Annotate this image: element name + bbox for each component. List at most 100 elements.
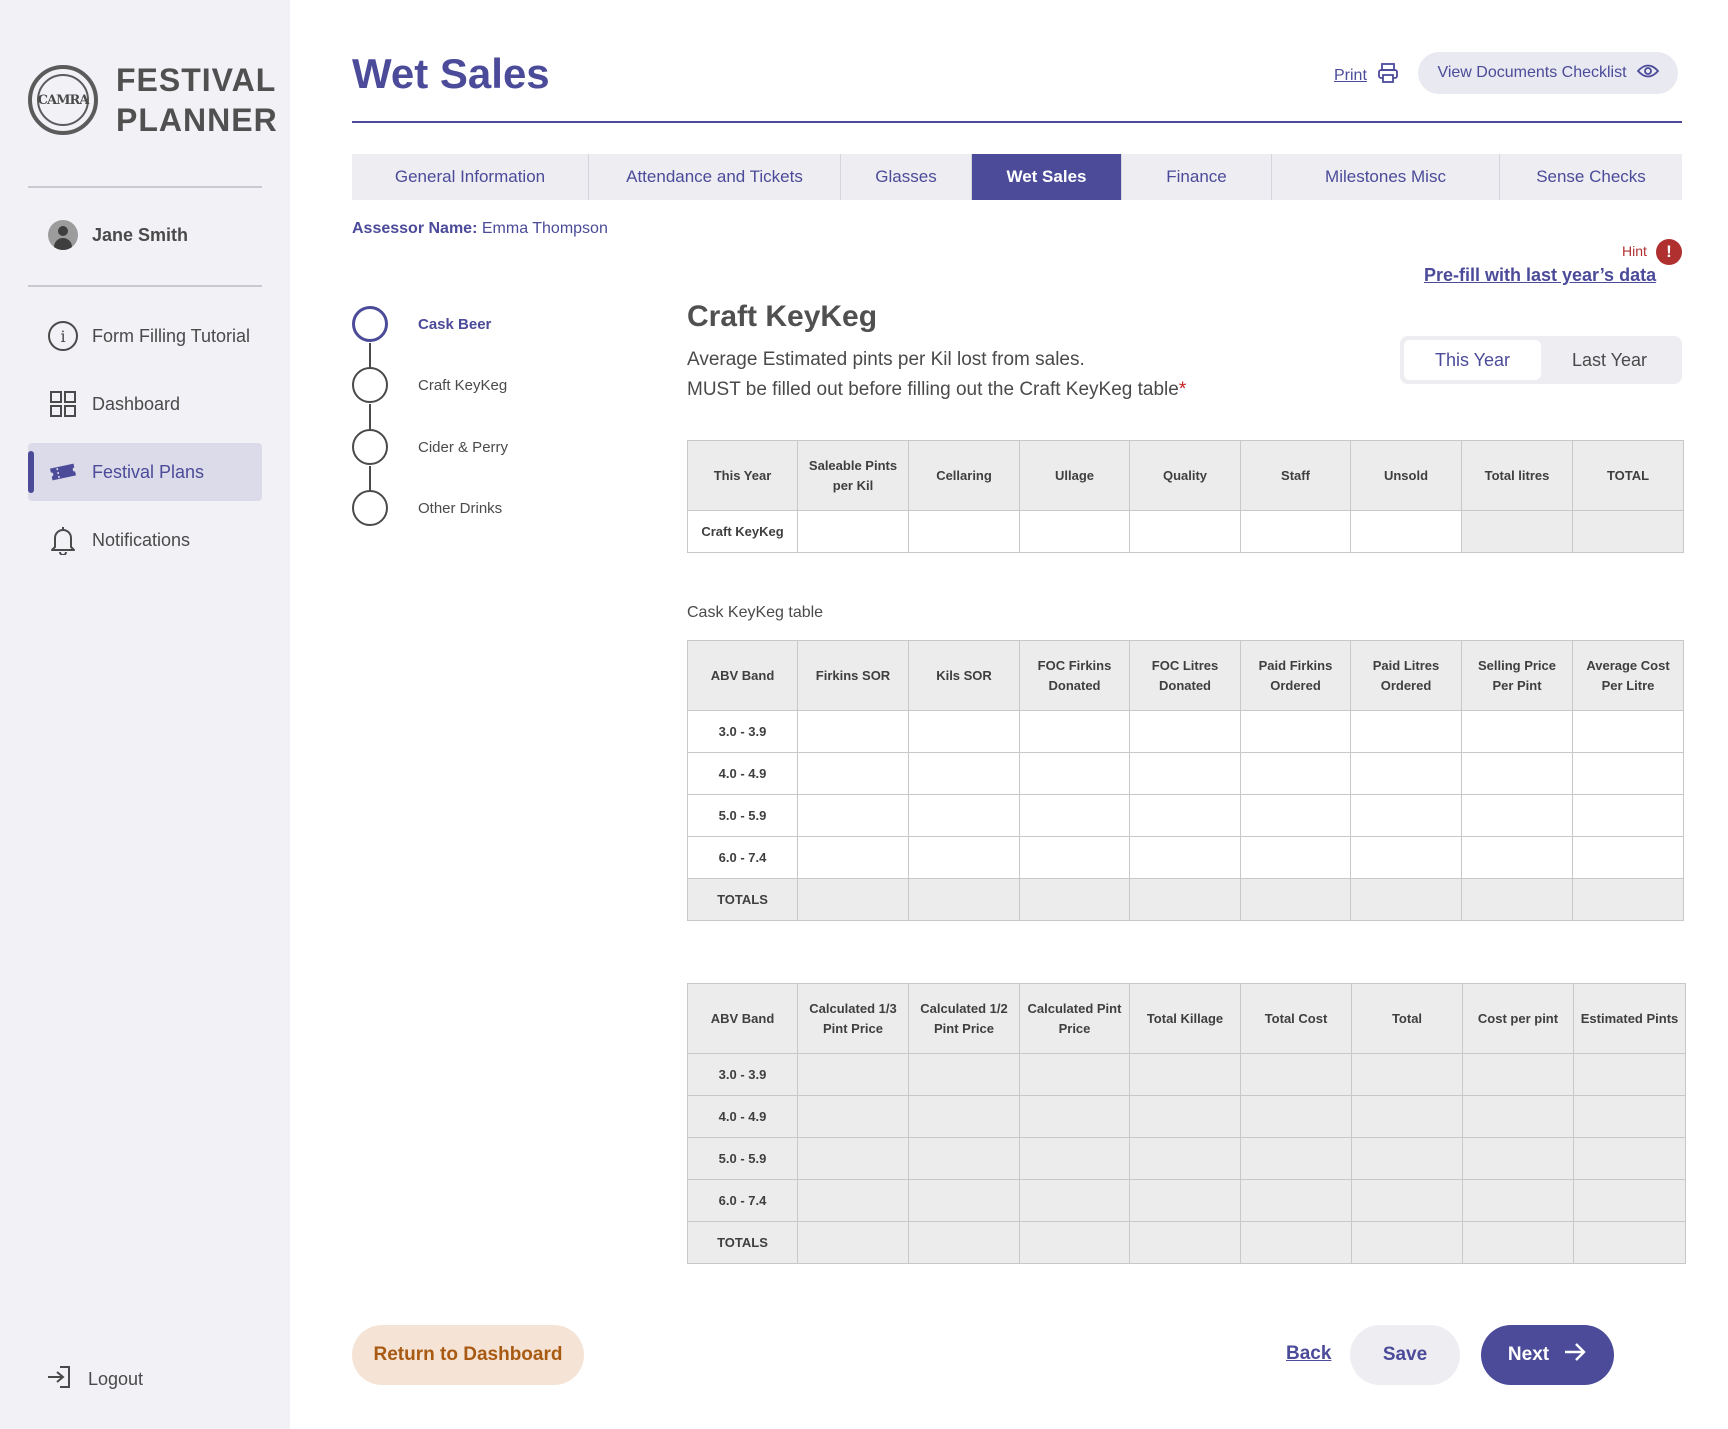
input-cell[interactable] [1019,794,1130,837]
input-cell[interactable] [1240,752,1351,795]
input-cell[interactable] [1019,510,1130,553]
computed-cell [1573,1053,1686,1096]
column-header: Firkins SOR [797,640,909,711]
input-cell[interactable] [1350,836,1462,879]
tab-general-information[interactable]: General Information [352,154,589,200]
totals-row: TOTALS [687,1221,1686,1264]
input-cell[interactable] [1129,710,1241,753]
input-cell[interactable] [1019,752,1130,795]
return-to-dashboard-button[interactable]: Return to Dashboard [352,1325,584,1385]
input-cell[interactable] [1129,510,1241,553]
input-cell[interactable] [1019,710,1130,753]
sidebar-item-dashboard[interactable]: Dashboard [28,375,262,433]
last-year-toggle[interactable]: Last Year [1541,340,1678,380]
view-documents-checklist-button[interactable]: View Documents Checklist [1418,52,1678,94]
back-button[interactable]: Back [1286,1343,1331,1365]
input-cell[interactable] [1572,710,1684,753]
column-header: Saleable Pints per Kil [797,440,909,511]
input-cell[interactable] [908,710,1020,753]
user-profile[interactable]: Jane Smith [48,220,188,250]
tab-milestones-misc[interactable]: Milestones Misc [1272,154,1500,200]
row-label: 6.0 - 7.4 [687,836,798,879]
section-desc-line-1: Average Estimated pints per Kil lost fro… [687,349,1085,370]
column-header: Estimated Pints [1573,983,1686,1054]
input-cell[interactable] [908,752,1020,795]
sidebar-item-festival-plans[interactable]: Festival Plans [28,443,262,501]
input-cell[interactable] [1350,710,1462,753]
avatar [48,220,78,250]
sidebar-divider [28,186,262,188]
totals-row: TOTALS [687,878,1684,921]
input-cell[interactable] [797,710,909,753]
tab-sense-checks[interactable]: Sense Checks [1500,154,1682,200]
prefill-last-year-link[interactable]: Pre-fill with last year’s data [1424,265,1656,286]
computed-cell [1573,1179,1686,1222]
step-other-drinks[interactable]: Other Drinks [352,490,502,526]
ticket-icon [46,455,80,489]
input-cell[interactable] [1240,794,1351,837]
input-cell[interactable] [908,510,1020,553]
step-cask-beer[interactable]: Cask Beer [352,306,491,342]
input-cell[interactable] [1461,752,1573,795]
total-cell [1572,878,1684,921]
input-cell[interactable] [908,836,1020,879]
computed-cell [908,1137,1020,1180]
tab-attendance-and-tickets[interactable]: Attendance and Tickets [589,154,841,200]
input-cell[interactable] [1240,510,1351,553]
assessor-label: Assessor Name: [352,220,478,237]
tab-glasses[interactable]: Glasses [841,154,972,200]
step-label: Cask Beer [418,315,492,333]
alert-icon[interactable]: ! [1656,239,1682,265]
input-cell[interactable] [797,752,909,795]
input-cell[interactable] [1129,794,1241,837]
input-cell[interactable] [1240,710,1351,753]
input-cell[interactable] [797,510,909,553]
sidebar-item-label: Form Filling Tutorial [92,325,251,346]
page-title: Wet Sales [352,50,550,97]
input-cell[interactable] [1240,836,1351,879]
save-button[interactable]: Save [1350,1325,1460,1385]
table-row: 6.0 - 7.4 [687,836,1684,879]
table-header-row: ABV Band Calculated 1/3 Pint Price Calcu… [687,983,1686,1054]
computed-cell [1462,1179,1574,1222]
input-cell[interactable] [1350,510,1462,553]
tab-finance[interactable]: Finance [1122,154,1272,200]
eye-icon [1636,63,1659,84]
computed-cell [1351,1095,1463,1138]
computed-cell [908,1053,1020,1096]
svg-text:i: i [60,327,65,346]
table-row: 4.0 - 4.9 [687,1095,1686,1138]
computed-cell [797,1053,909,1096]
next-button[interactable]: Next [1481,1325,1614,1385]
input-cell[interactable] [797,836,909,879]
tab-wet-sales[interactable]: Wet Sales [972,154,1122,200]
input-cell[interactable] [1461,794,1573,837]
logout-button[interactable]: Logout [46,1364,143,1395]
column-header: Calculated Pint Price [1019,983,1130,1054]
print-button[interactable]: Print [1334,62,1399,89]
sidebar-item-notifications[interactable]: Notifications [28,511,262,569]
input-cell[interactable] [1129,752,1241,795]
input-cell[interactable] [1461,836,1573,879]
sidebar-item-form-filling-tutorial[interactable]: i Form Filling Tutorial [28,307,262,365]
input-cell[interactable] [1572,836,1684,879]
input-cell[interactable] [797,794,909,837]
totals-label: TOTALS [687,878,798,921]
column-header: Selling Price Per Pint [1461,640,1573,711]
input-cell[interactable] [1572,794,1684,837]
input-cell[interactable] [1350,752,1462,795]
this-year-toggle[interactable]: This Year [1404,340,1541,380]
input-cell[interactable] [1019,836,1130,879]
app-logo[interactable]: CAMRA FESTIVAL PLANNER [28,60,278,140]
input-cell[interactable] [1461,710,1573,753]
year-toggle: This Year Last Year [1400,336,1682,384]
input-cell[interactable] [1350,794,1462,837]
step-cider-perry[interactable]: Cider & Perry [352,429,508,465]
input-cell[interactable] [1572,752,1684,795]
row-label: 6.0 - 7.4 [687,1179,798,1222]
step-craft-keykeg[interactable]: Craft KeyKeg [352,367,507,403]
total-cell [1462,1221,1574,1264]
column-header: Unsold [1350,440,1462,511]
input-cell[interactable] [908,794,1020,837]
input-cell[interactable] [1129,836,1241,879]
